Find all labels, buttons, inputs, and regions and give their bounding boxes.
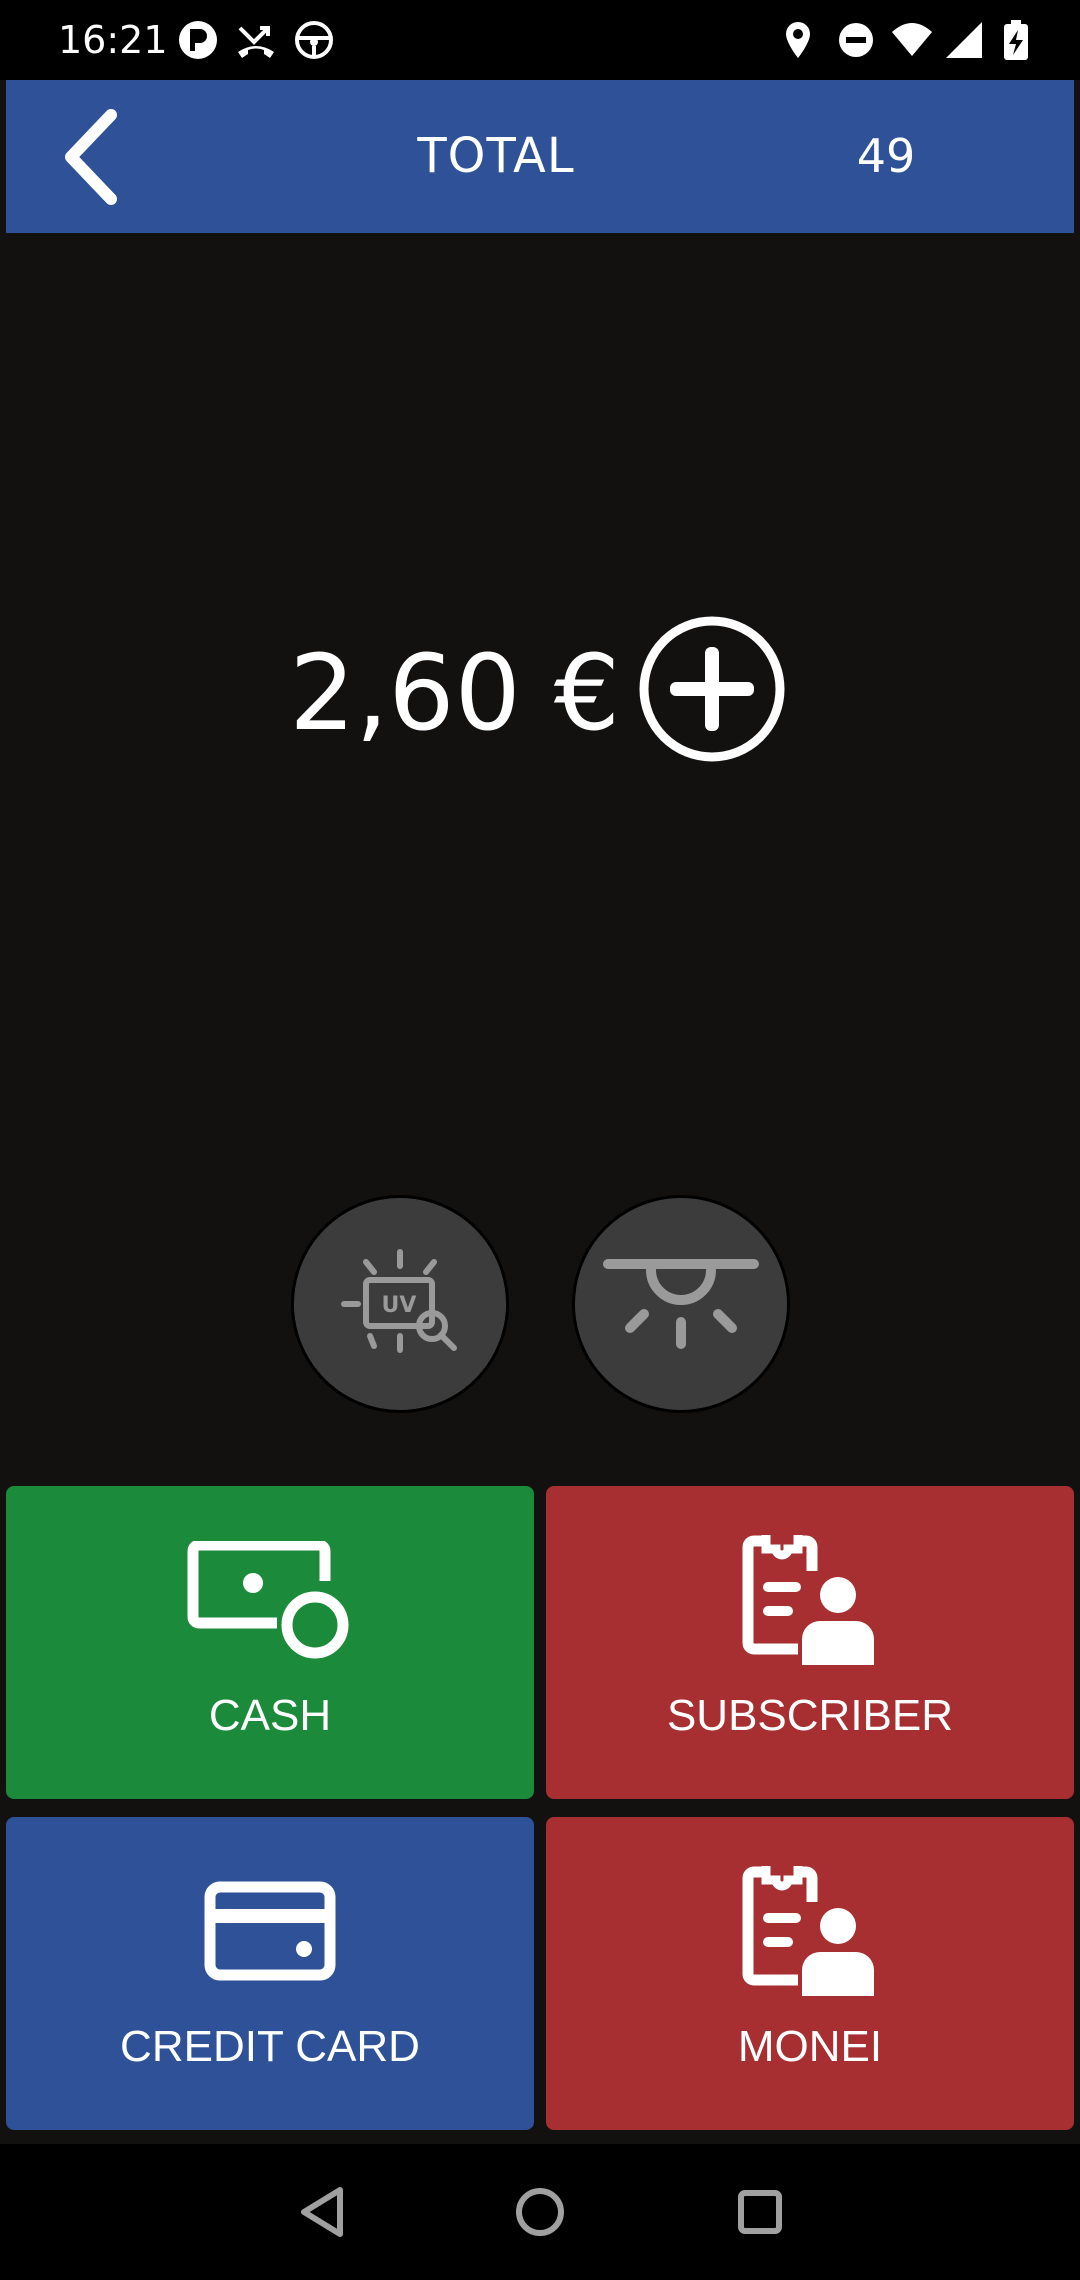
credit-card-button[interactable]: CREDIT CARD [6,1817,534,2130]
cash-icon [187,1541,349,1659]
battery-charging-icon [1004,20,1028,60]
location-icon [786,22,810,58]
signal-icon [946,22,982,58]
chevron-left-icon [65,108,117,205]
system-nav-bar [0,2144,1080,2280]
light-button[interactable] [572,1195,790,1413]
monei-button[interactable]: MONEI [546,1817,1074,2130]
status-time: 16:21 [58,18,168,62]
home-circle-icon [516,2188,564,2236]
subscriber-clipboard-icon [742,1866,874,1996]
missed-call-icon [238,26,274,58]
credit-card-label: CREDIT CARD [120,2022,420,2071]
subscriber-label: SUBSCRIBER [666,1691,954,1740]
uv-scan-button[interactable]: UV [291,1195,509,1413]
recents-square-icon [738,2190,782,2234]
credit-card-icon [204,1881,336,1981]
subscriber-clipboard-icon [742,1535,874,1665]
subscriber-button[interactable]: SUBSCRIBER [546,1486,1074,1799]
header-count: 49 [856,129,916,183]
header-title: TOTAL [417,128,575,184]
ceiling-light-icon [603,1259,759,1349]
payment-screen: 16:21 TOTAL 49 2,60 € UV CASH SUBSCRIBER… [0,0,1080,2280]
driving-wheel-icon [295,21,333,59]
wifi-icon [892,23,932,56]
cash-button[interactable]: CASH [6,1486,534,1799]
uv-scan-icon: UV [341,1249,457,1353]
header-bar: TOTAL 49 [6,80,1074,233]
back-button[interactable] [36,100,146,213]
do-not-disturb-icon [839,23,873,57]
cash-label: CASH [208,1691,332,1740]
nav-recents-button[interactable] [720,2172,800,2252]
plus-circle-icon[interactable] [636,613,788,765]
total-amount: 2,60 € [289,632,620,754]
monei-label: MONEI [737,2022,883,2071]
notification-p-icon [179,21,217,59]
status-bar: 16:21 [0,0,1080,80]
nav-back-button[interactable] [282,2172,362,2252]
nav-home-button[interactable] [500,2172,580,2252]
svg-text:UV: UV [382,1293,417,1318]
back-triangle-icon [301,2187,343,2237]
